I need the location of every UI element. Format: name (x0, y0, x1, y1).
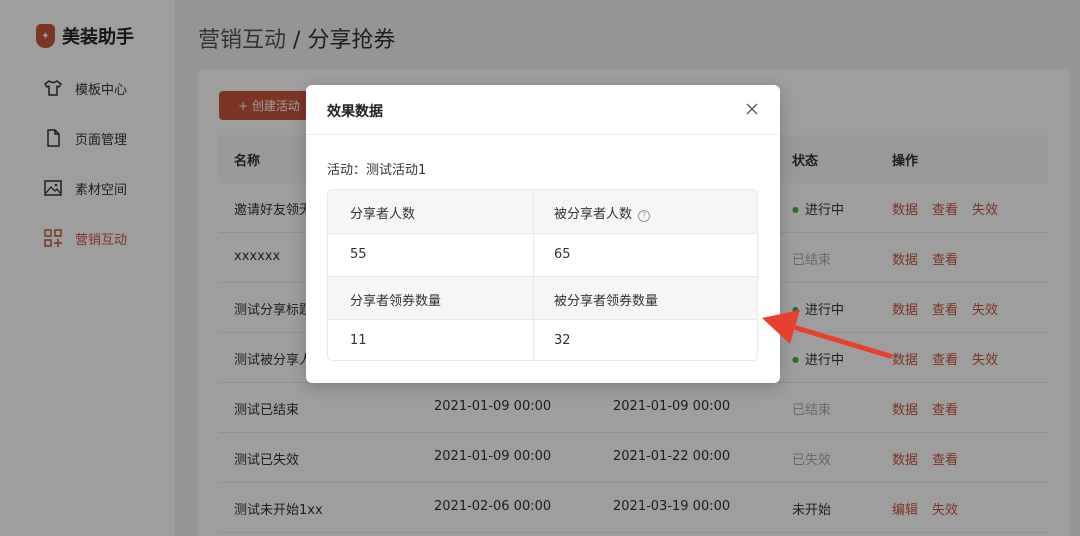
modal-title: 效果数据 (327, 104, 383, 120)
stats-table: 分享者人数 被分享者人数? 55 65 分享者领券数量 被分享者领券数量 11 … (327, 189, 758, 361)
effect-data-modal: 效果数据 活动：测试活动1 分享者人数 被分享者人数? 55 65 分享者领券数… (306, 85, 780, 383)
modal-header: 效果数据 (306, 85, 780, 135)
stats-divider (533, 190, 534, 360)
stats-value-row: 11 32 (328, 319, 757, 360)
stats-header-row: 分享者领券数量 被分享者领券数量 (328, 276, 757, 319)
sharer-coupons-label: 分享者领券数量 (350, 294, 442, 309)
sharer-coupons-value: 11 (350, 333, 367, 348)
activity-name: 活动：测试活动1 (327, 163, 427, 178)
close-icon[interactable] (742, 99, 762, 119)
shared-label: 被分享者人数 (554, 207, 633, 222)
stats-header-row: 分享者人数 被分享者人数? (328, 190, 757, 233)
help-icon[interactable]: ? (638, 210, 651, 222)
shared-coupons-label: 被分享者领券数量 (554, 294, 659, 309)
sharers-label: 分享者人数 (350, 207, 416, 222)
stats-value-row: 55 65 (328, 233, 757, 276)
shared-value: 65 (554, 247, 571, 262)
shared-label-wrap: 被分享者人数? (554, 203, 651, 222)
sharers-value: 55 (350, 247, 367, 262)
shared-coupons-value: 32 (554, 333, 571, 348)
